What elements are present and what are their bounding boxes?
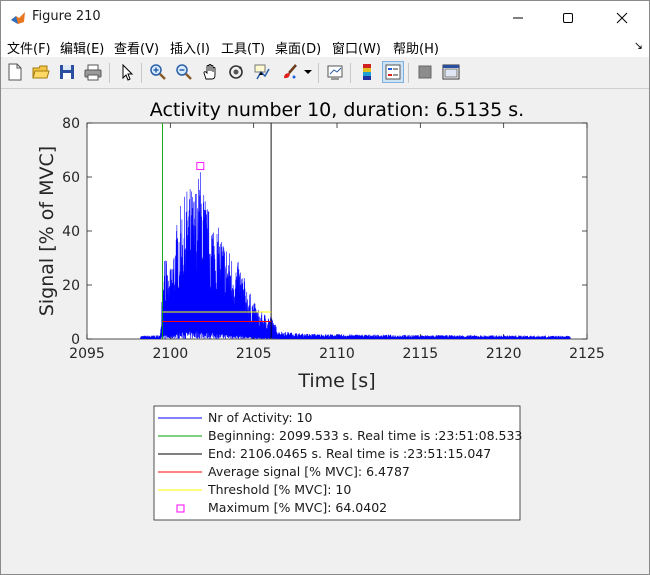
- menu-bar: 文件(F) 编辑(E) 查看(V) 插入(I) 工具(T) 桌面(D) 窗口(W…: [1, 35, 649, 57]
- legend-entry-beginning: Beginning: 2099.533 s. Real time is :23:…: [208, 428, 522, 443]
- x-tick-label: 2110: [319, 346, 355, 362]
- figure-window: Figure 210 文件(F) 编辑(E) 查看(V) 插入(I) 工具(T)…: [0, 0, 650, 575]
- show-plot-tools-icon: [442, 64, 460, 80]
- pointer-icon: [122, 63, 134, 81]
- legend-button[interactable]: [382, 61, 404, 83]
- close-icon: [616, 12, 628, 24]
- legend-entry-maximum: Maximum [% MVC]: 64.0402: [208, 500, 387, 515]
- toolbar-separator: [141, 63, 142, 83]
- brush-dropdown-button[interactable]: [302, 61, 314, 83]
- menu-view[interactable]: 查看(V): [114, 38, 159, 57]
- y-tick-label: 80: [62, 116, 80, 132]
- menu-window[interactable]: 窗口(W): [332, 38, 381, 57]
- pan-hand-icon: [203, 64, 216, 80]
- toolbar-separator: [109, 63, 110, 83]
- menu-help[interactable]: 帮助(H): [393, 38, 439, 57]
- window-title: Figure 210: [32, 9, 101, 24]
- brush-icon: [284, 64, 297, 79]
- menu-file[interactable]: 文件(F): [7, 38, 51, 57]
- link-plot-button[interactable]: [324, 61, 346, 83]
- menu-desktop[interactable]: 桌面(D): [275, 38, 321, 57]
- x-tick-label: 2125: [569, 346, 605, 362]
- x-axis-label: Time [s]: [297, 370, 375, 392]
- x-tick-label: 2120: [486, 346, 522, 362]
- zoom-out-icon: [176, 64, 192, 80]
- new-figure-button[interactable]: [4, 61, 26, 83]
- y-tick-label: 40: [62, 224, 80, 240]
- zoom-in-button[interactable]: [147, 61, 169, 83]
- pan-button[interactable]: [199, 61, 221, 83]
- print-button[interactable]: [82, 61, 104, 83]
- minimize-button[interactable]: [495, 1, 541, 35]
- y-tick-label: 0: [71, 332, 80, 348]
- zoom-in-icon: [150, 64, 166, 80]
- chart-title: Activity number 10, duration: 6.5135 s.: [150, 99, 524, 121]
- y-tick-label: 20: [62, 278, 80, 294]
- y-axis-label: Signal [% of MVC]: [36, 146, 58, 316]
- legend-icon: [385, 64, 401, 80]
- new-figure-icon: [8, 63, 22, 81]
- minimize-icon: [513, 17, 523, 19]
- brush-dropdown-icon: [304, 70, 312, 74]
- toolbar-separator: [350, 63, 351, 83]
- link-plot-icon: [327, 65, 343, 80]
- close-button[interactable]: [599, 1, 645, 35]
- hide-plot-tools-icon: [418, 65, 432, 79]
- colorbar-button[interactable]: [356, 61, 378, 83]
- maximize-button[interactable]: [545, 1, 591, 35]
- menu-tools[interactable]: 工具(T): [221, 38, 265, 57]
- legend-entry-average: Average signal [% MVC]: 6.4787: [208, 464, 410, 479]
- maximize-icon: [563, 13, 573, 23]
- legend-entry-threshold: Threshold [% MVC]: 10: [207, 482, 351, 497]
- menu-insert[interactable]: 插入(I): [170, 38, 210, 57]
- plot-svg[interactable]: Activity number 10, duration: 6.5135 s. …: [1, 89, 649, 574]
- toolbar: [1, 58, 649, 89]
- save-button[interactable]: [56, 61, 78, 83]
- open-file-button[interactable]: [30, 61, 52, 83]
- open-file-icon: [32, 65, 50, 79]
- data-cursor-icon: [254, 64, 270, 80]
- x-tick-label: 2105: [236, 346, 272, 362]
- print-icon: [84, 64, 102, 81]
- hide-plot-tools-button[interactable]: [414, 61, 436, 83]
- toolbar-separator: [318, 63, 319, 83]
- colorbar-icon: [363, 64, 371, 80]
- x-tick-label: 2100: [153, 346, 189, 362]
- figure-canvas[interactable]: Activity number 10, duration: 6.5135 s. …: [1, 89, 649, 574]
- toolbar-separator: [408, 63, 409, 83]
- x-tick-label: 2115: [403, 346, 439, 362]
- show-plot-tools-button[interactable]: [440, 61, 462, 83]
- x-tick-label: 2095: [69, 346, 105, 362]
- legend-entry-activity: Nr of Activity: 10: [208, 410, 312, 425]
- title-bar[interactable]: Figure 210: [1, 1, 649, 35]
- data-cursor-button[interactable]: [251, 61, 273, 83]
- matlab-logo-icon: [10, 10, 26, 26]
- zoom-out-button[interactable]: [173, 61, 195, 83]
- legend-entry-end: End: 2106.0465 s. Real time is :23:51:15…: [208, 446, 491, 461]
- edit-plot-button[interactable]: [116, 61, 138, 83]
- rotate-3d-icon: [229, 65, 243, 79]
- y-tick-label: 60: [62, 170, 80, 186]
- menu-edit[interactable]: 编辑(E): [60, 38, 104, 57]
- rotate-button[interactable]: [225, 61, 247, 83]
- save-icon: [60, 65, 74, 79]
- dock-arrow-icon[interactable]: ↘: [634, 39, 643, 52]
- brush-button[interactable]: [279, 61, 301, 83]
